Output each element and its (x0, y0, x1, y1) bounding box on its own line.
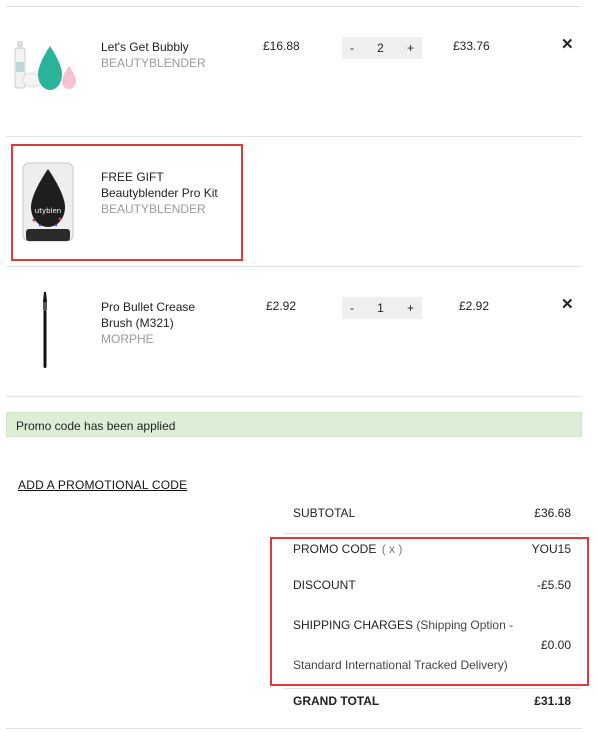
divider (283, 688, 581, 689)
quantity-value[interactable]: 1 (377, 301, 384, 315)
product-brand: MORPHE (101, 332, 154, 346)
line-total: £2.92 (459, 299, 490, 313)
discount-highlight-box (270, 537, 589, 686)
product-info: Let's Get Bubbly BEAUTYBLENDER (101, 39, 231, 71)
free-gift-highlight-box (11, 144, 243, 261)
remove-item-button[interactable]: ✕ (561, 295, 574, 313)
subtotal-label: SUBTOTAL (293, 506, 356, 520)
increase-quantity-button[interactable]: + (407, 41, 414, 55)
product-name[interactable]: Pro Bullet Crease Brush (M321) (101, 299, 211, 331)
cart-row-1: Let's Get Bubbly BEAUTYBLENDER £16.88 - … (0, 6, 598, 136)
divider (6, 396, 582, 397)
promo-applied-message: Promo code has been applied (6, 412, 582, 437)
remove-item-button[interactable]: ✕ (561, 35, 574, 53)
add-promo-code-link[interactable]: ADD A PROMOTIONAL CODE (18, 478, 187, 492)
increase-quantity-button[interactable]: + (407, 301, 414, 315)
divider (6, 728, 582, 729)
cart-row-3: Pro Bullet Crease Brush (M321) MORPHE £2… (0, 266, 598, 396)
grand-total-label: GRAND TOTAL (293, 694, 380, 708)
quantity-value[interactable]: 2 (377, 41, 384, 55)
unit-price: £2.92 (266, 299, 297, 313)
beautyblender-set-image[interactable] (12, 28, 82, 118)
line-total: £33.76 (453, 39, 490, 53)
grand-total-row: GRAND TOTAL £31.18 (293, 694, 571, 708)
grand-total-value: £31.18 (534, 694, 571, 708)
decrease-quantity-button[interactable]: - (350, 41, 354, 55)
unit-price: £16.88 (263, 39, 300, 53)
subtotal-row: SUBTOTAL £36.68 (293, 506, 571, 520)
product-name[interactable]: Let's Get Bubbly (101, 39, 231, 55)
product-info: Pro Bullet Crease Brush (M321) MORPHE (101, 299, 211, 347)
quantity-stepper: - 1 + (342, 297, 422, 319)
divider (283, 533, 581, 534)
product-brand: BEAUTYBLENDER (101, 56, 206, 70)
makeup-brush-image[interactable] (30, 290, 60, 370)
decrease-quantity-button[interactable]: - (350, 301, 354, 315)
quantity-stepper: - 2 + (342, 37, 422, 59)
subtotal-value: £36.68 (534, 506, 571, 520)
